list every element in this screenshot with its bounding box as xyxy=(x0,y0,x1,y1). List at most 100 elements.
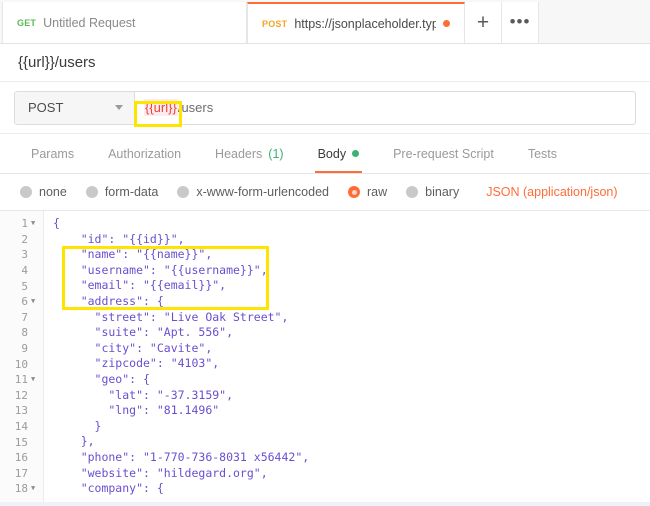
code-line[interactable]: "geo": { xyxy=(53,372,650,388)
body-type-radio-group: none form-data x-www-form-urlencoded raw… xyxy=(0,174,650,210)
code-line[interactable]: { xyxy=(53,216,650,232)
code-line[interactable]: "city": "Cavite", xyxy=(53,341,650,357)
radio-icon-selected xyxy=(348,186,360,198)
line-number-text: 9 xyxy=(21,342,28,356)
line-number: 2 xyxy=(0,232,43,248)
line-number: 6 ▼ xyxy=(0,294,43,310)
fold-arrow-icon[interactable]: ▼ xyxy=(31,376,38,383)
radio-label: binary xyxy=(425,185,460,199)
line-number: 11 ▼ xyxy=(0,372,43,388)
unsaved-changes-dot xyxy=(443,20,450,27)
editor-line-number-gutter: 1 ▼ 2 3 4 5 6 ▼ 7 8 9 10 11 ▼ 12 13 14 15 16 17 18 ▼ xyxy=(0,211,44,506)
tab-tests[interactable]: Tests xyxy=(511,134,574,173)
line-number-text: 18 xyxy=(14,482,28,496)
code-line[interactable]: "company": { xyxy=(53,481,650,497)
code-line[interactable]: "lat": "-37.3159", xyxy=(53,388,650,404)
code-line[interactable]: "name": "{{name}}", xyxy=(53,247,650,263)
line-number: 13 xyxy=(0,403,43,419)
line-number: 16 xyxy=(0,450,43,466)
code-line[interactable]: "website": "hildegard.org", xyxy=(53,466,650,482)
tab-label: Params xyxy=(31,146,75,161)
fold-arrow-icon[interactable]: ▼ xyxy=(31,298,38,305)
line-number: 7 xyxy=(0,310,43,326)
http-method-dropdown[interactable]: POST xyxy=(15,91,135,124)
body-present-dot xyxy=(352,150,360,157)
tab-method-badge: POST xyxy=(262,18,288,29)
line-number: 15 xyxy=(0,434,43,450)
tab-params[interactable]: Params xyxy=(14,134,91,173)
fold-arrow-icon[interactable]: ▼ xyxy=(31,485,38,492)
line-number-text: 5 xyxy=(21,279,28,293)
line-number-text: 4 xyxy=(21,264,28,278)
line-number: 9 xyxy=(0,341,43,357)
url-input[interactable]: {{url}}/users xyxy=(135,92,635,124)
code-line[interactable]: "lng": "81.1496" xyxy=(53,403,650,419)
chevron-down-icon xyxy=(115,105,123,110)
url-variable-token: {{url}} xyxy=(144,99,178,116)
tab-label: Pre-request Script xyxy=(393,146,494,161)
code-line[interactable]: "address": { xyxy=(53,294,650,310)
body-type-form-data[interactable]: form-data xyxy=(82,185,170,199)
line-number-text: 12 xyxy=(14,388,28,402)
line-number-text: 7 xyxy=(21,310,28,324)
tab-label: Authorization xyxy=(108,146,182,161)
body-type-raw[interactable]: raw xyxy=(344,185,398,199)
tab-authorization[interactable]: Authorization xyxy=(91,134,198,173)
line-number: 4 xyxy=(0,263,43,279)
radio-icon xyxy=(177,186,190,198)
line-number-text: 8 xyxy=(21,326,28,340)
code-line[interactable]: "suite": "Apt. 556", xyxy=(53,325,650,341)
line-number: 5 xyxy=(0,278,43,294)
code-line[interactable]: "email": "{{email}}", xyxy=(53,278,650,294)
request-tab-untitled[interactable]: GET Untitled Request xyxy=(2,2,247,43)
bottom-edge-strip xyxy=(0,502,650,506)
request-section-tabs: Params Authorization Headers (1) Body Pr… xyxy=(0,134,650,174)
new-tab-button[interactable]: + xyxy=(465,2,502,43)
url-bar-row: POST {{url}}/users xyxy=(0,82,650,134)
code-line[interactable]: "zipcode": "4103", xyxy=(53,356,650,372)
line-number: 1 ▼ xyxy=(0,216,43,232)
radio-icon xyxy=(20,186,32,198)
body-type-urlencoded[interactable]: x-www-form-urlencoded xyxy=(173,185,340,199)
tab-body[interactable]: Body xyxy=(301,134,377,173)
code-line[interactable]: } xyxy=(53,419,650,435)
request-name-title: {{url}}/users xyxy=(18,54,96,71)
radio-label: x-www-form-urlencoded xyxy=(196,185,329,199)
content-type-dropdown[interactable]: JSON (application/json) xyxy=(486,185,617,199)
request-body-editor[interactable]: 1 ▼ 2 3 4 5 6 ▼ 7 8 9 10 11 ▼ 12 13 14 15 16 17 18 ▼ { "id": … xyxy=(0,210,650,506)
line-number-text: 11 xyxy=(14,373,28,387)
line-number: 10 xyxy=(0,356,43,372)
code-line[interactable]: "id": "{{id}}", xyxy=(53,232,650,248)
code-line[interactable]: "street": "Live Oak Street", xyxy=(53,310,650,326)
line-number: 3 xyxy=(0,247,43,263)
line-number-text: 13 xyxy=(14,404,28,418)
request-tab-active[interactable]: POST https://jsonplaceholder.typicod xyxy=(247,2,465,43)
url-path-text: /users xyxy=(177,100,214,115)
tab-title: https://jsonplaceholder.typicod xyxy=(294,16,436,31)
tab-method-badge: GET xyxy=(17,17,37,28)
code-line[interactable]: }, xyxy=(53,434,650,450)
body-type-none[interactable]: none xyxy=(16,185,78,199)
tab-title: Untitled Request xyxy=(43,15,136,30)
line-number-text: 1 xyxy=(21,217,28,231)
radio-icon xyxy=(85,186,98,198)
tab-headers[interactable]: Headers (1) xyxy=(198,134,301,173)
line-number: 12 xyxy=(0,388,43,404)
body-type-binary[interactable]: binary xyxy=(402,185,470,199)
editor-code-area[interactable]: { "id": "{{id}}", "name": "{{name}}", "u… xyxy=(44,211,650,506)
code-line[interactable]: "phone": "1-770-736-8031 x56442", xyxy=(53,450,650,466)
radio-icon xyxy=(406,186,419,198)
tab-overflow-menu-button[interactable]: ••• xyxy=(502,2,539,43)
line-number: 8 xyxy=(0,325,43,341)
http-method-label: POST xyxy=(28,100,64,115)
tab-pre-request-script[interactable]: Pre-request Script xyxy=(376,134,511,173)
request-name-row: {{url}}/users xyxy=(0,44,650,82)
request-tab-bar: GET Untitled Request POST https://jsonpl… xyxy=(0,0,650,44)
headers-count-badge: (1) xyxy=(268,146,284,161)
tab-label: Body xyxy=(317,146,347,161)
fold-arrow-icon[interactable]: ▼ xyxy=(31,220,38,227)
line-number: 18 ▼ xyxy=(0,481,43,497)
code-line[interactable]: "username": "{{username}}", xyxy=(53,263,650,279)
line-number-text: 15 xyxy=(14,435,28,449)
line-number-text: 6 xyxy=(21,295,28,309)
